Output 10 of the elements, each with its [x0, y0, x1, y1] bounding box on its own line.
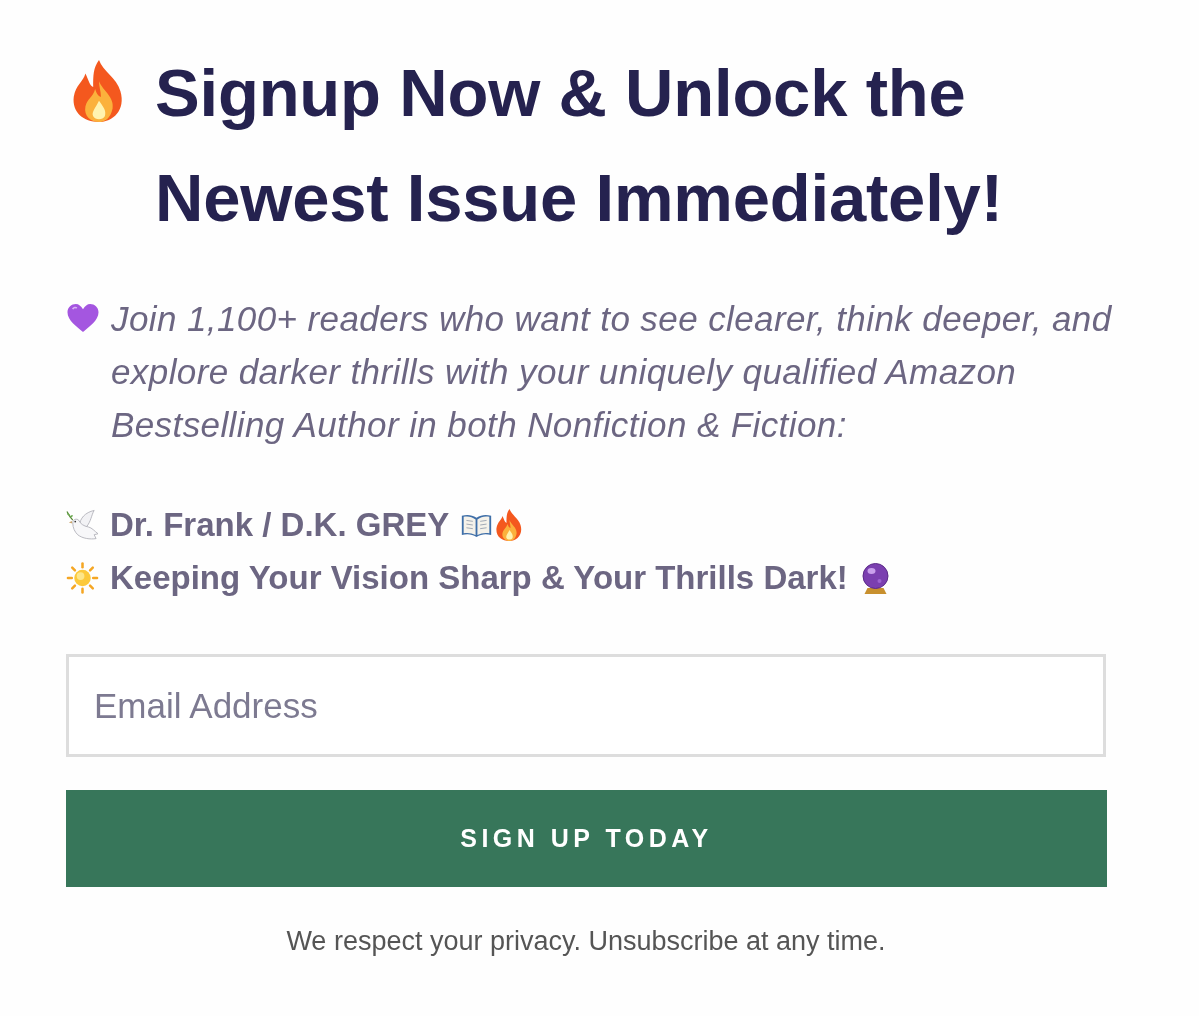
sign-up-button[interactable]: SIGN UP TODAY	[66, 790, 1107, 887]
tagline: Dr. Frank / D.K. GREY	[110, 504, 450, 545]
heart-icon	[66, 303, 100, 333]
tagline: Keeping Your Vision Sharp & Your Thrills Dark!	[110, 557, 848, 598]
dove-icon	[66, 507, 99, 542]
sun-icon	[66, 560, 99, 595]
privacy-note: We respect your privacy. Unsubscribe at any time.	[285, 925, 887, 958]
headline: Signup Now & Unlock the Newest Issue Immediately!	[155, 54, 1004, 237]
intro-text: Join 1,100+ readers who want to see clearer, think deeper, and explore darker thrills with your uniquely qualified Amazon Bestselling Author in both Nonfiction & Fiction:	[111, 298, 1113, 446]
email-field[interactable]: Email Address	[66, 654, 1106, 757]
